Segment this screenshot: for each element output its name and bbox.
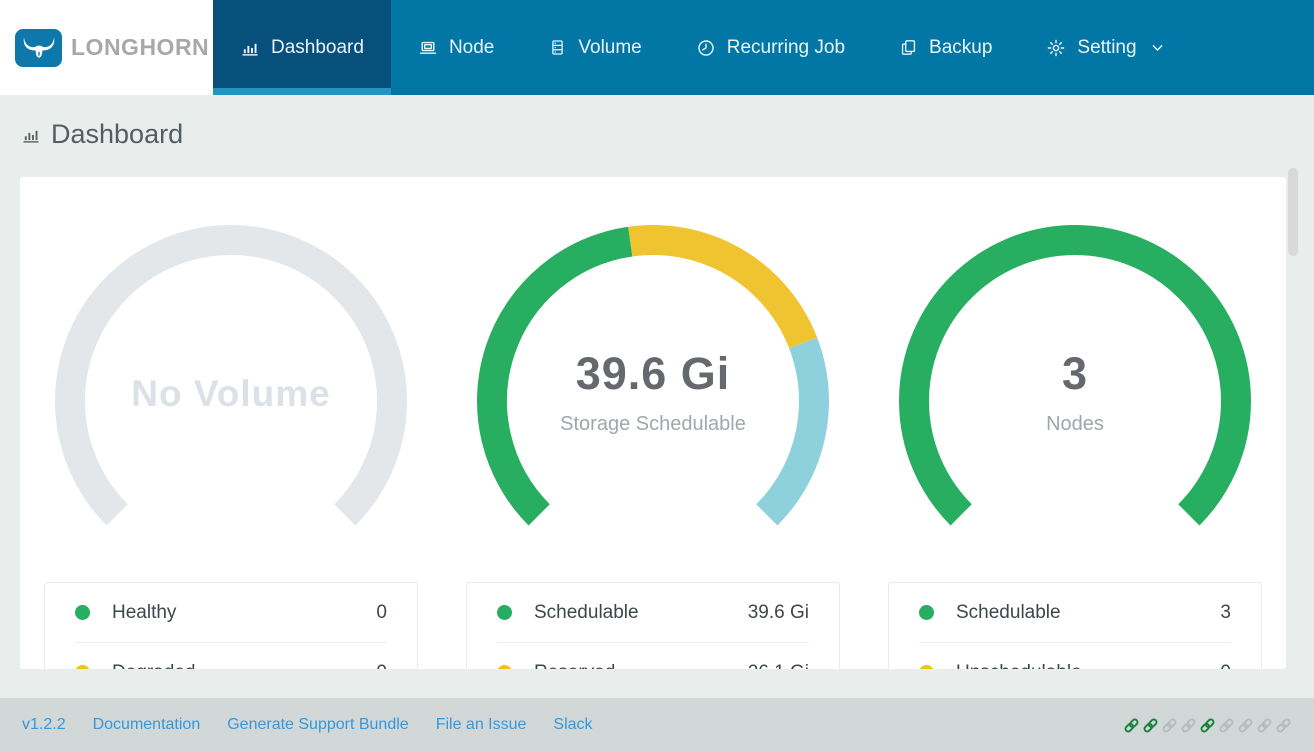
legend-row-healthy: Healthy 0 [45,583,417,642]
link-icon [1199,717,1216,734]
legend-value: 0 [1220,662,1231,670]
charts-row: No Volume 39.6 Gi Storage Schedulable 3 Node… [20,177,1286,561]
legend-value: 39.6 Gi [747,601,809,623]
nav-menu: Dashboard Node Volume Recurring Job Backup Se… [213,0,1314,95]
node-icon [418,38,438,58]
legend-dot [919,605,934,620]
legend-label: Unschedulable [956,662,1082,670]
page-title-row: Dashboard [21,119,1314,150]
legend-value: 0 [376,601,387,623]
link-icon [1161,717,1178,734]
scrollbar-thumb[interactable] [1288,168,1298,256]
nav-item-label: Recurring Job [726,36,846,58]
nav-item-volume[interactable]: Volume [521,0,668,95]
longhorn-logo-icon [15,28,62,67]
legend-row-schedulable: Schedulable 3 [889,583,1261,642]
nav-item-recurring-job[interactable]: Recurring Job [669,0,872,95]
legend-column: Schedulable 3 Unschedulable 0 [864,582,1286,669]
legend-row-degraded: Degraded 0 [45,643,417,669]
brand-name: LONGHORN [71,34,210,60]
legend-row-schedulable: Schedulable 39.6 Gi [467,583,839,642]
nav-item-label: Setting [1077,36,1137,58]
nav-item-backup[interactable]: Backup [872,0,1019,95]
nav-item-dashboard[interactable]: Dashboard [213,0,391,95]
legend-box-storage: Schedulable 39.6 Gi Reserved 26.1 Gi [466,582,840,669]
legend-value: 26.1 Gi [748,662,809,670]
legend-dot [497,605,512,620]
recurring-job-icon [696,38,716,58]
dashboard-icon [240,38,260,58]
legend-label: Reserved [534,662,615,670]
link-icon [1180,717,1197,734]
legend-row-reserved: Reserved 26.1 Gi [467,643,839,669]
link-icon [1142,717,1159,734]
legend-label: Healthy [112,601,177,623]
footer-link-slack[interactable]: Slack [553,716,592,734]
top-nav: LONGHORN Dashboard Node Volume Recurring Jo… [0,0,1314,95]
legend-dot [75,665,90,669]
legend-box-volume: Healthy 0 Degraded 0 [44,582,418,669]
legend-label: Degraded [112,662,195,670]
setting-icon [1046,38,1066,58]
gauge-empty-text: No Volume [131,373,331,414]
gauge-label: Storage Schedulable [560,413,746,435]
dashboard-icon [21,125,41,145]
nav-item-label: Backup [929,36,993,58]
footer-link-file-an-issue[interactable]: File an Issue [436,716,527,734]
footer-link-generate-support-bundle[interactable]: Generate Support Bundle [227,716,408,734]
gauge-label: Nodes [1046,413,1104,435]
legend-value: 3 [1220,601,1231,623]
legend-column: Healthy 0 Degraded 0 [20,582,442,669]
volume-icon [548,38,567,57]
legend-row-unschedulable: Unschedulable 0 [889,643,1261,669]
chevron-down-icon [1149,39,1166,56]
legend-label: Schedulable [956,601,1061,623]
connection-status-icons [1123,717,1292,734]
gauge-value: 3 [1061,348,1089,399]
link-icon [1218,717,1235,734]
link-icon [1123,717,1140,734]
legends-row: Healthy 0 Degraded 0 Schedulable 39.6 Gi Reser… [20,582,1286,669]
legend-value: 0 [376,662,387,670]
gauge-chart-nodes: 3 Nodes [864,221,1286,561]
page-title: Dashboard [51,119,184,149]
content-area: Dashboard No Volume 39.6 Gi Storage Schedu… [0,95,1314,698]
nav-item-node[interactable]: Node [391,0,521,95]
nav-item-setting[interactable]: Setting [1019,0,1192,95]
link-icon [1237,717,1254,734]
link-icon [1256,717,1273,734]
footer: v1.2.2 Documentation Generate Support Bund… [0,698,1314,752]
legend-label: Schedulable [534,601,639,623]
nav-item-label: Volume [578,36,642,58]
legend-dot [75,605,90,620]
nav-item-label: Node [448,36,495,58]
legend-dot [919,665,934,669]
backup-icon [899,38,918,57]
legend-box-nodes: Schedulable 3 Unschedulable 0 [888,582,1262,669]
link-icon [1275,717,1292,734]
gauge-value: 39.6 Gi [575,348,731,399]
gauge-chart-volume: No Volume [20,221,442,561]
version-link[interactable]: v1.2.2 [22,716,66,734]
footer-links: v1.2.2 Documentation Generate Support Bund… [22,716,593,734]
brand[interactable]: LONGHORN [0,0,213,95]
dashboard-card: No Volume 39.6 Gi Storage Schedulable 3 Node… [20,177,1286,669]
nav-item-label: Dashboard [271,36,364,58]
footer-link-documentation[interactable]: Documentation [93,716,201,734]
legend-dot [497,665,512,669]
legend-column: Schedulable 39.6 Gi Reserved 26.1 Gi [442,582,864,669]
gauge-chart-storage: 39.6 Gi Storage Schedulable [442,221,864,561]
